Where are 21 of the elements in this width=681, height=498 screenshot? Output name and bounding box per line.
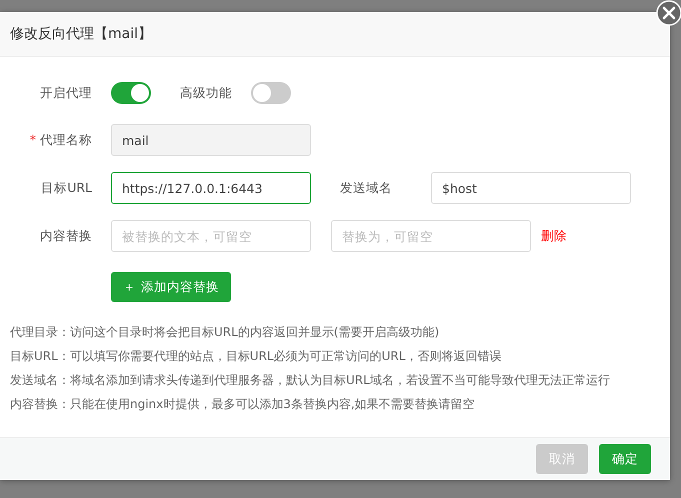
help-text: 目标URL：可以填写你需要代理的站点，目标URL必须为可正常访问的URL，否则将返回错误: [10, 348, 502, 365]
help-text: 发送域名：将域名添加到请求头传递到代理服务器，默认为目标URL域名，若设置不当可能导致代理无法正常运行: [10, 372, 611, 389]
close-icon[interactable]: [656, 0, 681, 26]
dialog-title: 修改反向代理【mail】: [10, 25, 152, 43]
switch-label: 开启代理: [39, 84, 93, 102]
delete-link[interactable]: 删除: [541, 228, 567, 244]
input-field[interactable]: 被替换的文本，可留空: [111, 220, 311, 252]
field-label: * 代理名称: [28, 132, 93, 148]
toggle-switch[interactable]: [111, 82, 151, 104]
confirm-button[interactable]: 确定: [599, 444, 651, 474]
help-text: 代理目录：访问这个目录时将会把目标URL的内容返回并显示(需要开启高级功能): [10, 324, 440, 341]
add-replace-button[interactable]: ＋ 添加内容替换: [111, 272, 231, 302]
input-field[interactable]: $host: [431, 172, 631, 204]
help-text: 内容替换：只能在使用nginx时提供，最多可以添加3条替换内容,如果不需要替换请留空: [10, 396, 476, 413]
toggle-switch[interactable]: [251, 82, 291, 104]
field-label: 发送域名: [339, 180, 393, 196]
field-label: 内容替换: [39, 228, 93, 244]
input-field[interactable]: https://127.0.0.1:6443: [111, 172, 311, 204]
switch-label: 高级功能: [179, 84, 233, 102]
field-label: 目标URL: [40, 180, 93, 196]
input-field[interactable]: 替换为，可留空: [331, 220, 531, 252]
